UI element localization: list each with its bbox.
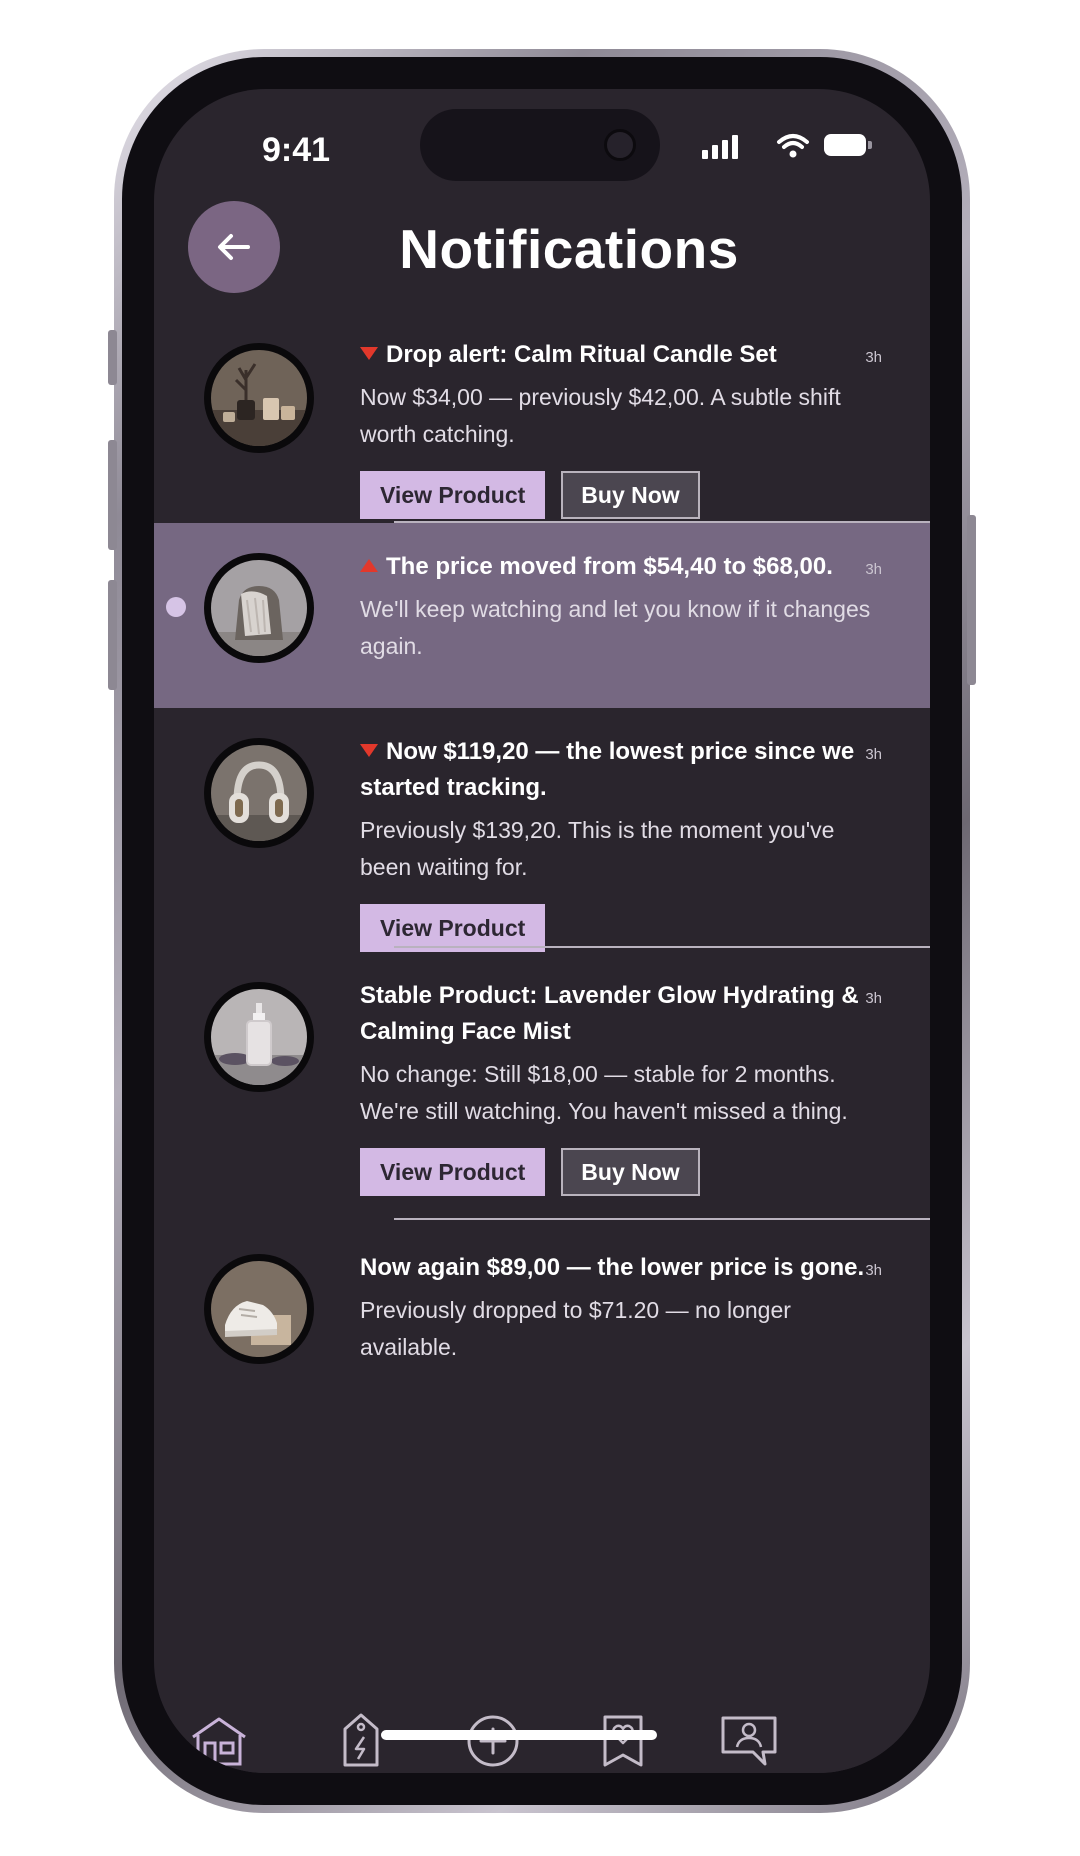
home-indicator bbox=[381, 1730, 657, 1740]
product-thumbnail bbox=[204, 343, 314, 453]
notification-item[interactable]: Stable Product: Lavender Glow Hydrating … bbox=[154, 948, 930, 1218]
wifi-icon bbox=[777, 134, 809, 158]
notification-body: We'll keep watching and let you know if … bbox=[360, 596, 871, 659]
view-product-button[interactable]: View Product bbox=[360, 904, 546, 952]
power-button bbox=[967, 515, 976, 685]
notification-content: Drop alert: Calm Ritual Candle Set Now $… bbox=[360, 337, 880, 519]
product-thumbnail bbox=[204, 1254, 314, 1364]
action-button bbox=[108, 330, 117, 385]
notification-content: Stable Product: Lavender Glow Hydrating … bbox=[360, 978, 880, 1196]
tab-profile[interactable] bbox=[714, 1706, 784, 1773]
tab-home[interactable] bbox=[184, 1706, 254, 1773]
add-circle-icon bbox=[467, 1715, 519, 1767]
notification-title: Now $119,20 — the lowest price since we … bbox=[360, 738, 855, 801]
app-screen: 9:41 Notifications Drop alert: Calm Ritu… bbox=[154, 89, 930, 1773]
notification-title: Now again $89,00 — the lower price is go… bbox=[360, 1254, 865, 1281]
status-time: 9:41 bbox=[262, 131, 331, 169]
profile-message-icon bbox=[721, 1716, 777, 1766]
notification-time: 3h bbox=[865, 990, 882, 1007]
volume-up-button bbox=[108, 440, 117, 550]
notification-actions: View Product Buy Now bbox=[360, 471, 880, 519]
view-product-button[interactable]: View Product bbox=[360, 471, 546, 519]
notification-body: Now $34,00 — previously $42,00. A subtle… bbox=[360, 384, 841, 447]
back-button[interactable] bbox=[188, 201, 280, 293]
notification-content: Now again $89,00 — the lower price is go… bbox=[360, 1250, 880, 1366]
notification-item[interactable]: Now again $89,00 — the lower price is go… bbox=[154, 1220, 930, 1460]
notification-content: Now $119,20 — the lowest price since we … bbox=[360, 734, 880, 952]
notification-title: The price moved from $54,40 to $68,00. bbox=[360, 549, 880, 585]
product-thumbnail bbox=[204, 553, 314, 663]
status-icons bbox=[702, 131, 872, 163]
page-title: Notifications bbox=[399, 218, 739, 280]
notification-body: Previously dropped to $71.20 — no longer… bbox=[360, 1297, 791, 1360]
arrow-left-icon bbox=[218, 234, 250, 260]
notification-body: No change: Still $18,00 — stable for 2 m… bbox=[360, 1061, 848, 1124]
notification-item[interactable]: Now $119,20 — the lowest price since we … bbox=[154, 708, 930, 952]
candle-set-photo bbox=[211, 350, 307, 446]
notification-time: 3h bbox=[865, 746, 882, 763]
notification-actions: View Product Buy Now bbox=[360, 1148, 880, 1196]
volume-down-button bbox=[108, 580, 117, 690]
buy-now-button[interactable]: Buy Now bbox=[561, 471, 700, 519]
price-tag-icon bbox=[343, 1713, 379, 1767]
chair-blanket-photo bbox=[211, 560, 307, 656]
dynamic-island bbox=[420, 109, 660, 181]
notification-body: Previously $139,20. This is the moment y… bbox=[360, 817, 835, 880]
product-thumbnail bbox=[204, 738, 314, 848]
price-drop-icon bbox=[360, 347, 378, 360]
view-product-button[interactable]: View Product bbox=[360, 1148, 546, 1196]
wishlist-icon bbox=[603, 1715, 643, 1767]
notification-content: The price moved from $54,40 to $68,00. W… bbox=[360, 549, 880, 665]
notification-list[interactable]: Drop alert: Calm Ritual Candle Set Now $… bbox=[154, 321, 930, 1706]
notification-title: Drop alert: Calm Ritual Candle Set bbox=[360, 337, 880, 373]
home-icon bbox=[192, 1717, 246, 1766]
price-drop-icon bbox=[360, 744, 378, 757]
face-mist-photo bbox=[211, 989, 307, 1085]
notification-time: 3h bbox=[865, 1262, 882, 1279]
notification-item[interactable]: Drop alert: Calm Ritual Candle Set Now $… bbox=[154, 321, 930, 519]
notification-time: 3h bbox=[865, 561, 882, 578]
notification-title: Stable Product: Lavender Glow Hydrating … bbox=[360, 982, 859, 1045]
notification-actions: View Product bbox=[360, 904, 880, 952]
camera-icon bbox=[604, 129, 636, 161]
product-thumbnail bbox=[204, 982, 314, 1092]
notification-item-unread[interactable]: The price moved from $54,40 to $68,00. W… bbox=[154, 523, 930, 708]
battery-icon bbox=[824, 134, 866, 156]
unread-indicator bbox=[166, 597, 186, 617]
headphones-photo bbox=[211, 745, 307, 841]
sneakers-photo bbox=[211, 1261, 307, 1357]
notification-time: 3h bbox=[865, 349, 882, 366]
price-rise-icon bbox=[360, 559, 378, 572]
buy-now-button[interactable]: Buy Now bbox=[561, 1148, 700, 1196]
